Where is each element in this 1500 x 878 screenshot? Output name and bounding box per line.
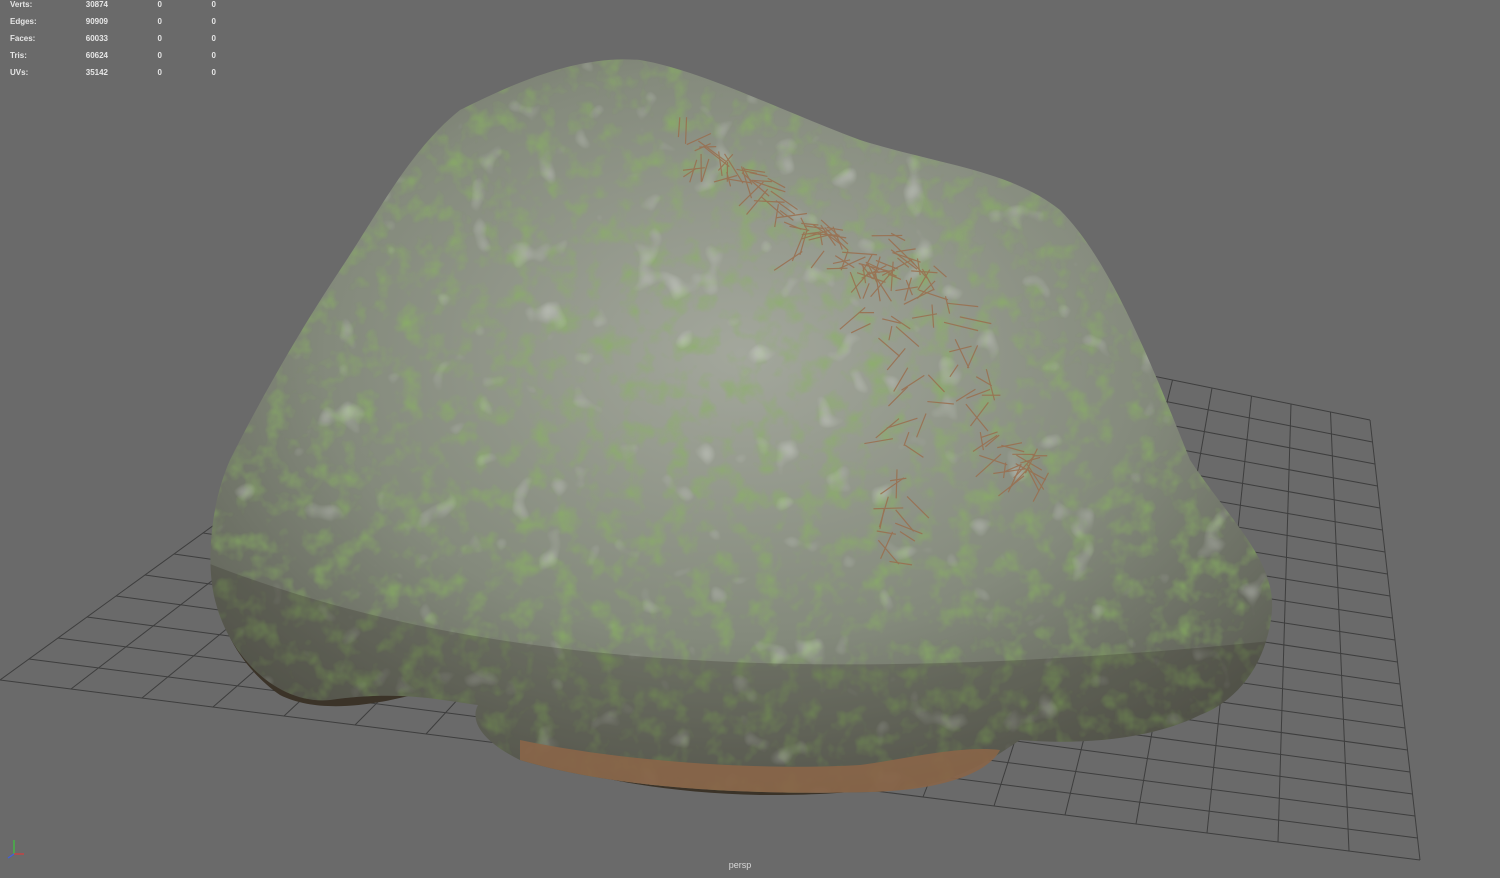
hud-value-total: 60624 (85, 51, 108, 60)
mossy-rock-model[interactable] (0, 0, 1500, 878)
hud-value-total: 35142 (85, 68, 108, 77)
hud-value-selected: 0 (157, 0, 162, 9)
hud-value-extra: 0 (211, 51, 216, 60)
hud-value-total: 60033 (85, 34, 108, 43)
hud-value-total: 30874 (85, 0, 108, 9)
hud-value-extra: 0 (211, 17, 216, 26)
hud-label: UVs: (10, 68, 29, 77)
hud-value-selected: 0 (157, 51, 162, 60)
hud-label: Edges: (10, 17, 37, 26)
axis-gizmo-icon (7, 840, 24, 859)
hud-value-extra: 0 (211, 34, 216, 43)
hud-label: Verts: (10, 0, 33, 9)
hud-value-selected: 0 (157, 17, 162, 26)
pine-needle (826, 267, 848, 270)
hud-value-extra: 0 (211, 68, 216, 77)
hud-label: Faces: (10, 34, 36, 43)
pine-needle (873, 507, 904, 510)
hud-value-extra: 0 (211, 0, 216, 9)
camera-name-label: persp (728, 860, 752, 870)
hud-value-total: 90909 (85, 17, 108, 26)
hud-row: UVs: 35142 0 0 (0, 68, 230, 85)
poly-count-hud: Verts: 30874 0 0 Edges: 90909 0 0 Faces: 60033 0 0 T… (0, 0, 230, 85)
hud-value-selected: 0 (157, 34, 162, 43)
3d-viewport[interactable]: Verts: 30874 0 0 Edges: 90909 0 0 Faces: 60033 0 0 T… (0, 0, 1500, 878)
hud-label: Tris: (10, 51, 27, 60)
hud-value-selected: 0 (157, 68, 162, 77)
